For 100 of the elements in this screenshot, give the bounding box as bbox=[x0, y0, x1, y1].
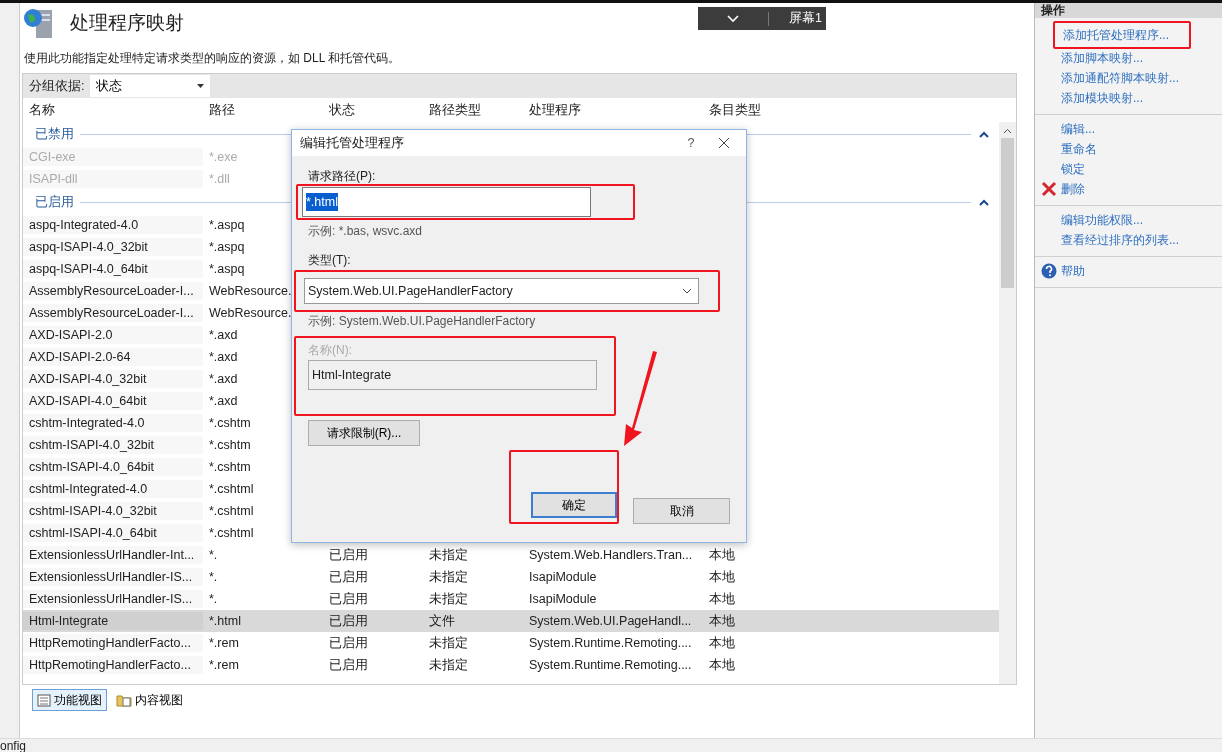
table-cell: AXD-ISAPI-4.0_64bit bbox=[29, 393, 147, 408]
chevron-down-icon[interactable] bbox=[726, 13, 740, 24]
view-tab[interactable]: 内容视图 bbox=[111, 689, 188, 711]
column-header[interactable]: 条目类型 bbox=[703, 100, 783, 120]
cancel-button[interactable]: 取消 bbox=[633, 498, 730, 524]
collapse-icon[interactable] bbox=[979, 130, 989, 138]
group-by-dropdown[interactable]: 状态 bbox=[90, 75, 211, 97]
table-cell: HttpRemotingHandlerFacto... bbox=[29, 657, 191, 672]
column-header[interactable]: 名称 bbox=[23, 100, 203, 120]
page-description: 使用此功能指定处理特定请求类型的响应的资源，如 DLL 和托管代码。 bbox=[24, 50, 401, 67]
table-cell: 已启用 bbox=[329, 613, 368, 628]
collapse-icon[interactable] bbox=[979, 198, 989, 206]
table-cell: 未指定 bbox=[429, 635, 468, 650]
table-cell: *.rem bbox=[209, 657, 239, 672]
table-cell: ExtensionlessUrlHandler-IS... bbox=[29, 569, 193, 584]
action-link[interactable]: 帮助 bbox=[1061, 261, 1091, 281]
action-link[interactable]: 锁定 bbox=[1061, 159, 1091, 179]
action-link[interactable]: 编辑功能权限... bbox=[1061, 210, 1149, 230]
table-cell: *. bbox=[209, 547, 218, 562]
table-cell: 本地 bbox=[709, 569, 735, 584]
field-label: 名称(N): bbox=[308, 342, 353, 359]
column-header[interactable]: 路径 bbox=[203, 100, 323, 120]
dropdown-arrow-icon[interactable] bbox=[197, 84, 205, 88]
restrictions-button[interactable]: 请求限制(R)... bbox=[308, 420, 420, 446]
action-link[interactable]: 添加脚本映射... bbox=[1061, 48, 1149, 68]
action-link[interactable]: 添加模块映射... bbox=[1061, 88, 1149, 108]
table-cell: ExtensionlessUrlHandler-Int... bbox=[29, 547, 195, 562]
table-cell: ISAPI-dll bbox=[29, 171, 78, 186]
page-title: 处理程序映射 bbox=[70, 10, 184, 35]
action-link[interactable]: 添加通配符脚本映射... bbox=[1061, 68, 1185, 88]
table-cell: *.rem bbox=[209, 635, 239, 650]
list-view-icon bbox=[37, 693, 51, 707]
table-cell: *.exe bbox=[209, 149, 238, 164]
table-cell: *.axd bbox=[209, 327, 238, 342]
path-field[interactable]: *.html bbox=[302, 187, 591, 217]
table-cell: 已启用 bbox=[329, 657, 368, 672]
table-cell: 未指定 bbox=[429, 547, 468, 562]
table-cell: cshtml-ISAPI-4.0_32bit bbox=[29, 503, 157, 518]
dialog-title: 编辑托管处理程序 bbox=[300, 134, 405, 152]
table-cell: cshtm-Integrated-4.0 bbox=[29, 415, 145, 430]
table-cell: *.cshtml bbox=[209, 503, 254, 518]
field-label: 请求路径(P): bbox=[308, 168, 377, 185]
chevron-down-icon[interactable] bbox=[682, 288, 692, 294]
table-cell: *.dll bbox=[209, 171, 230, 186]
help-icon bbox=[1041, 263, 1057, 279]
group-by-label: 分组依据: bbox=[29, 77, 85, 95]
column-header[interactable]: 路径类型 bbox=[423, 100, 523, 120]
action-link[interactable]: 查看经过排序的列表... bbox=[1061, 230, 1185, 250]
status-text: onfig bbox=[0, 739, 27, 752]
help-button[interactable]: ? bbox=[676, 132, 706, 154]
action-link[interactable]: 编辑... bbox=[1061, 119, 1101, 139]
table-cell: *.cshtml bbox=[209, 525, 254, 540]
action-link[interactable]: 删除 bbox=[1061, 179, 1091, 199]
table-cell: 本地 bbox=[709, 591, 735, 606]
table-cell: *. bbox=[209, 591, 218, 606]
scroll-up-icon[interactable] bbox=[1003, 128, 1012, 134]
table-cell: 本地 bbox=[709, 657, 735, 672]
table-cell: *.html bbox=[209, 613, 241, 628]
table-cell: aspq-ISAPI-4.0_32bit bbox=[29, 239, 148, 254]
table-cell: ExtensionlessUrlHandler-IS... bbox=[29, 591, 193, 606]
table-cell: Html-Integrate bbox=[29, 613, 109, 628]
table-cell: cshtm-ISAPI-4.0_64bit bbox=[29, 459, 155, 474]
table-cell: CGI-exe bbox=[29, 149, 76, 164]
table-cell: 未指定 bbox=[429, 591, 468, 606]
table-cell: 未指定 bbox=[429, 569, 468, 584]
hint-text: 示例: System.Web.UI.PageHandlerFactory bbox=[308, 313, 537, 330]
table-cell: *.axd bbox=[209, 393, 238, 408]
type-dropdown[interactable]: System.Web.UI.PageHandlerFactory bbox=[304, 278, 699, 304]
table-cell: WebResource. bbox=[209, 305, 292, 320]
view-tab[interactable]: 功能视图 bbox=[32, 689, 107, 711]
table-cell: System.Runtime.Remoting.... bbox=[529, 635, 692, 650]
scroll-thumb[interactable] bbox=[1001, 138, 1014, 288]
column-header[interactable]: 处理程序 bbox=[523, 100, 703, 120]
table-cell: AssemblyResourceLoader-I... bbox=[29, 283, 194, 298]
table-cell: *.aspq bbox=[209, 261, 245, 276]
table-cell: System.Runtime.Remoting.... bbox=[529, 657, 692, 672]
close-icon[interactable] bbox=[718, 137, 730, 149]
table-cell: WebResource. bbox=[209, 283, 292, 298]
table-cell: cshtml-ISAPI-4.0_64bit bbox=[29, 525, 157, 540]
scrollbar[interactable] bbox=[999, 122, 1016, 684]
field-label: 类型(T): bbox=[308, 252, 352, 269]
table-cell: *.aspq bbox=[209, 239, 245, 254]
table-cell: 文件 bbox=[429, 613, 455, 628]
table-cell: *.axd bbox=[209, 371, 238, 386]
column-header[interactable]: 状态 bbox=[323, 100, 423, 120]
table-cell: 已启用 bbox=[329, 547, 368, 562]
table-cell: *.cshtml bbox=[209, 481, 254, 496]
table-cell: AXD-ISAPI-2.0 bbox=[29, 327, 113, 342]
table-cell: cshtm-ISAPI-4.0_32bit bbox=[29, 437, 155, 452]
table-cell: *. bbox=[209, 569, 218, 584]
table-cell: cshtml-Integrated-4.0 bbox=[29, 481, 148, 496]
ok-button[interactable]: 确定 bbox=[531, 492, 617, 518]
action-link[interactable]: 添加托管处理程序... bbox=[1055, 25, 1175, 45]
table-cell: 已启用 bbox=[329, 591, 368, 606]
group-label: 已禁用 bbox=[35, 125, 74, 143]
delete-icon bbox=[1041, 181, 1057, 197]
action-link[interactable]: 重命名 bbox=[1061, 139, 1103, 159]
table-cell: aspq-ISAPI-4.0_64bit bbox=[29, 261, 148, 276]
folder-icon bbox=[116, 693, 132, 707]
table-cell: *.cshtm bbox=[209, 459, 251, 474]
